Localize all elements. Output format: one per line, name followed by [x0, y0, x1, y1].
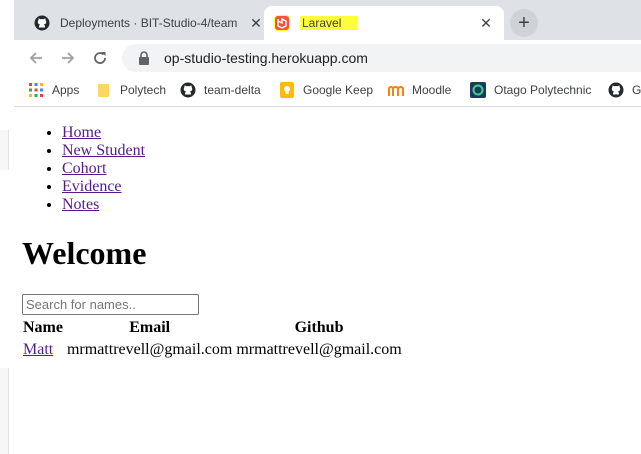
cell-github: mrmattrevell@gmail.com — [236, 341, 402, 358]
bookmark-otago-polytechnic[interactable]: Otago Polytechnic — [470, 82, 591, 98]
new-tab-button[interactable]: + — [510, 9, 538, 37]
page-content: Home New Student Cohort Evidence Notes W… — [22, 107, 641, 454]
bookmark-team-delta[interactable]: team-delta — [180, 82, 261, 98]
page-title: Welcome — [22, 235, 147, 271]
bookmark-label: Moodle — [412, 83, 452, 97]
tab-laravel[interactable]: Laravel ✕ — [264, 6, 504, 40]
nav-link-cohort[interactable]: Cohort — [62, 160, 106, 177]
cell-name: Matt — [22, 340, 64, 360]
nav-item-home: Home — [62, 124, 145, 142]
bookmark-label: Google Keep — [303, 83, 374, 97]
bookmark-label: Apps — [52, 83, 80, 97]
column-header-name: Name — [23, 319, 63, 336]
bookmark-label: Otago Polytechnic — [494, 83, 592, 97]
bookmark-moodle[interactable]: Moodle — [388, 82, 451, 98]
student-name-link[interactable]: Matt — [23, 341, 53, 358]
nav-item-cohort: Cohort — [62, 160, 145, 178]
bookmark-apps[interactable]: Apps — [28, 82, 79, 98]
github-icon — [180, 82, 196, 98]
students-table: Name Email Github Matt mrmattrevell@gmai… — [20, 316, 405, 362]
close-tab-icon[interactable]: ✕ — [478, 15, 494, 32]
moodle-icon — [388, 82, 404, 98]
github-icon — [34, 15, 50, 31]
left-strip-panel — [0, 130, 9, 170]
left-window-strip — [0, 0, 14, 454]
nav-link-new-student[interactable]: New Student — [62, 142, 145, 159]
bookmark-label: Polytech — [120, 83, 167, 97]
back-arrow-icon[interactable] — [24, 46, 48, 70]
column-header-email: Email — [129, 319, 171, 336]
browser-chrome: Deployments · BIT-Studio-4/team ✕ Larave… — [14, 0, 641, 107]
bookmark-google-keep[interactable]: Google Keep — [279, 82, 373, 98]
google-keep-icon — [279, 82, 295, 98]
lock-icon — [138, 51, 154, 65]
forward-arrow-icon[interactable] — [56, 46, 80, 70]
nav-list: Home New Student Cohort Evidence Notes — [22, 124, 145, 214]
cell-email: mrmattrevell@gmail.com — [66, 341, 233, 358]
folder-icon — [96, 82, 112, 98]
table-row: Matt mrmattrevell@gmail.com mrmattrevell… — [22, 340, 403, 360]
otago-polytechnic-icon — [470, 82, 486, 98]
tab-title-highlight: Laravel — [300, 16, 358, 30]
nav-item-new-student: New Student — [62, 142, 145, 160]
nav-item-evidence: Evidence — [62, 178, 145, 196]
table-header-row: Name Email Github — [22, 318, 403, 338]
bookmark-gi[interactable]: Gi — [608, 82, 641, 98]
bookmark-label: team-delta — [204, 83, 261, 97]
tab-title: Laravel — [300, 16, 478, 30]
bookmarks-bar: Apps Polytech team-delta Google Keep Moo… — [14, 76, 641, 107]
bookmark-label: Gi — [632, 83, 641, 97]
bookmark-polytech[interactable]: Polytech — [96, 82, 166, 98]
browser-toolbar: op-studio-testing.herokuapp.com — [14, 40, 641, 76]
nav-link-home[interactable]: Home — [62, 124, 101, 141]
reload-icon[interactable] — [88, 46, 112, 70]
tab-strip: Deployments · BIT-Studio-4/team ✕ Larave… — [14, 0, 641, 40]
nav-link-notes[interactable]: Notes — [62, 196, 99, 213]
apps-grid-icon — [28, 82, 44, 98]
search-input[interactable] — [22, 294, 199, 315]
address-bar[interactable]: op-studio-testing.herokuapp.com — [122, 44, 641, 72]
tab-title: Deployments · BIT-Studio-4/team — [60, 16, 238, 30]
github-icon — [608, 82, 624, 98]
nav-link-evidence[interactable]: Evidence — [62, 178, 122, 195]
column-header-github: Github — [294, 319, 344, 336]
close-tab-icon[interactable]: ✕ — [248, 15, 264, 32]
nav-item-notes: Notes — [62, 196, 145, 214]
tab-deployments[interactable]: Deployments · BIT-Studio-4/team ✕ — [26, 6, 274, 40]
laravel-icon — [274, 15, 290, 31]
url-text: op-studio-testing.herokuapp.com — [164, 50, 368, 66]
left-strip-panel — [0, 368, 9, 454]
